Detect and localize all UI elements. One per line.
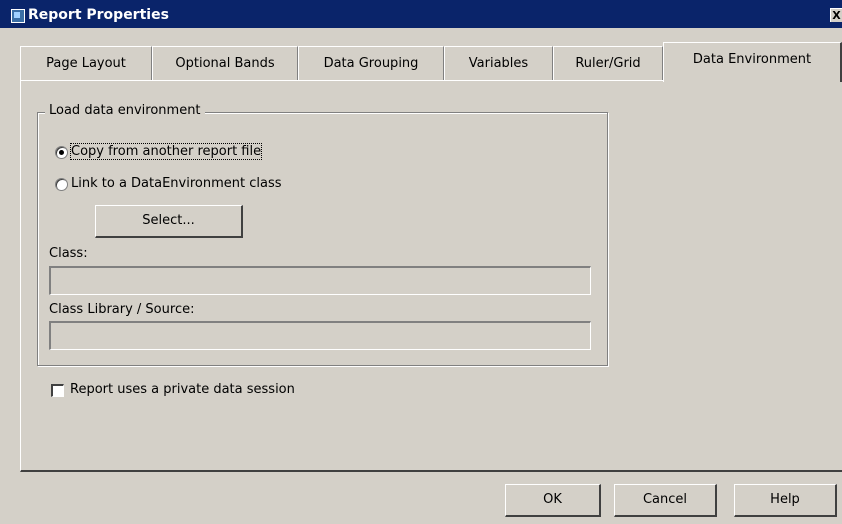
tab-variables[interactable]: Variables	[444, 46, 553, 80]
ok-button[interactable]: OK	[505, 484, 601, 517]
tab-data-environment[interactable]: Data Environment	[663, 42, 842, 82]
window-title: Report Properties	[28, 7, 169, 23]
tab-panel	[20, 80, 842, 472]
help-button[interactable]: Help	[734, 484, 837, 517]
cancel-button[interactable]: Cancel	[614, 484, 717, 517]
close-icon[interactable]: X	[830, 8, 842, 22]
tab-optional-bands[interactable]: Optional Bands	[152, 46, 298, 80]
tab-data-grouping[interactable]: Data Grouping	[298, 46, 444, 80]
tab-ruler-grid[interactable]: Ruler/Grid	[553, 46, 663, 80]
tab-page-layout[interactable]: Page Layout	[20, 46, 152, 80]
title-bar[interactable]: Report Properties X	[0, 0, 842, 28]
app-icon	[11, 9, 25, 23]
